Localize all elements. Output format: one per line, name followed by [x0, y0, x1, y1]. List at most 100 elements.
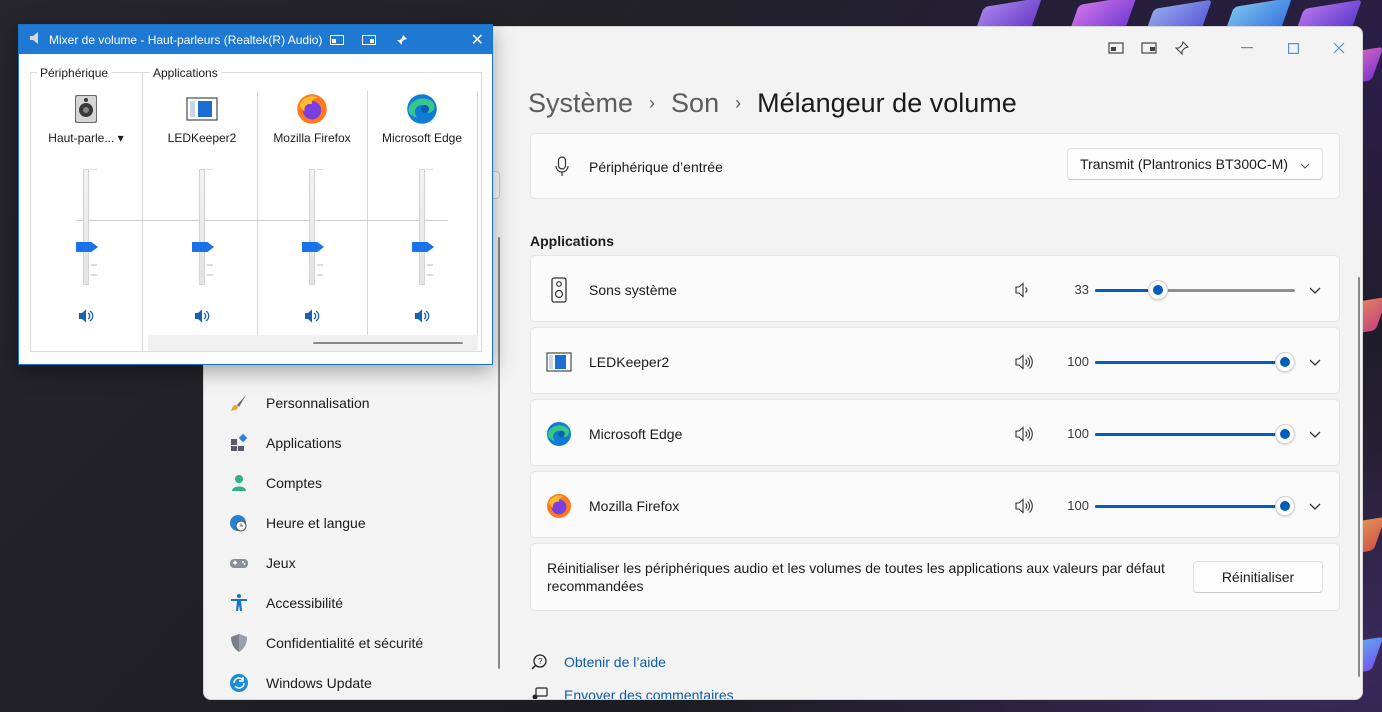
chevron-down-icon[interactable] — [1307, 282, 1323, 298]
scrollbar-thumb[interactable] — [313, 342, 463, 344]
mute-speaker-icon[interactable] — [193, 307, 211, 325]
app-volume-slider[interactable] — [302, 169, 324, 285]
sidebar-item-confidentialite[interactable]: Confidentialité et sécurité — [224, 623, 484, 663]
reset-button[interactable]: Réinitialiser — [1193, 561, 1323, 593]
chevron-down-icon[interactable] — [1307, 426, 1323, 442]
mixer-app-column-edge: Microsoft Edge — [367, 89, 477, 351]
pin-icon[interactable] — [396, 34, 408, 46]
slider-ticks — [207, 169, 213, 276]
chevron-down-icon — [1300, 156, 1310, 172]
apps-icon — [228, 432, 250, 454]
volume-value: 100 — [1067, 354, 1089, 369]
volume-slider[interactable] — [1095, 496, 1295, 516]
close-icon[interactable]: ✕ — [471, 30, 484, 50]
slider-thumb[interactable] — [1275, 496, 1295, 516]
input-device-value: Transmit (Plantronics BT300C-M) — [1080, 156, 1288, 172]
breadcrumb-son[interactable]: Son — [671, 83, 719, 123]
sidebar-item-heure-et-langue[interactable]: Heure et langue — [224, 503, 484, 543]
help-link-label[interactable]: Obtenir de l’aide — [564, 654, 666, 670]
speaker-icon[interactable] — [1013, 352, 1033, 372]
reset-card: Réinitialiser les périphériques audio et… — [530, 543, 1340, 611]
update-icon — [228, 672, 250, 694]
slider-fill — [1095, 361, 1285, 364]
slider-ticks — [317, 169, 323, 276]
app-name: Microsoft Edge — [589, 426, 683, 442]
gamepad-icon — [228, 552, 250, 574]
input-device-dropdown[interactable]: Transmit (Plantronics BT300C-M) — [1067, 148, 1323, 180]
speaker-icon[interactable] — [1013, 280, 1033, 300]
app-row-mozilla-firefox: Mozilla Firefox 100 — [530, 471, 1340, 538]
apps-group-label: Applications — [150, 66, 221, 80]
group-divider — [142, 72, 143, 352]
mute-speaker-icon[interactable] — [77, 307, 95, 325]
speaker-icon[interactable] — [1013, 424, 1033, 444]
slider-thumb[interactable] — [1275, 424, 1295, 444]
app-volume-slider[interactable] — [412, 169, 434, 285]
system-sounds-icon — [546, 277, 572, 303]
page-title: Mélangeur de volume — [757, 88, 1017, 118]
edge-icon — [546, 421, 572, 447]
sidebar-item-jeux[interactable]: Jeux — [224, 543, 484, 583]
speaker-device-icon — [70, 93, 102, 125]
slider-thumb[interactable] — [1147, 280, 1168, 300]
sidebar-item-comptes[interactable]: Comptes — [224, 463, 484, 503]
app-name: Microsoft Edge — [381, 131, 463, 145]
sidebar-item-label: Comptes — [266, 475, 323, 491]
help-link[interactable]: ? Obtenir de l’aide — [530, 645, 734, 678]
mixer-horizontal-scrollbar[interactable] — [148, 335, 478, 351]
content-scrollbar[interactable] — [1358, 277, 1360, 677]
slider-thumb[interactable] — [1275, 352, 1295, 372]
mixer-title-bar: Mixer de volume - Haut-parleurs (Realtek… — [19, 25, 492, 54]
volume-slider[interactable] — [1095, 352, 1295, 372]
close-icon[interactable] — [1316, 33, 1362, 63]
device-column: Haut-parle... ▾ — [31, 89, 141, 351]
mute-speaker-icon[interactable] — [303, 307, 321, 325]
app-row-sons-systeme: Sons système 33 — [530, 255, 1340, 322]
volume-value: 33 — [1074, 282, 1089, 297]
dropdown-arrow-icon: ▾ — [117, 131, 124, 145]
app-row-ledkeeper2: LEDKeeper2 100 — [530, 327, 1340, 394]
search-input-edge[interactable] — [492, 171, 500, 199]
sidebar-item-personnalisation[interactable]: Personnalisation — [224, 383, 484, 423]
picture-in-picture-icon[interactable] — [1132, 33, 1165, 63]
device-dropdown[interactable]: Haut-parle... ▾ — [31, 131, 141, 145]
person-icon — [228, 472, 250, 494]
sidebar-nav: Personnalisation Applications Comptes He… — [224, 383, 484, 699]
maximize-icon[interactable] — [1270, 33, 1316, 63]
slider-fill — [1095, 433, 1285, 436]
sidebar-item-accessibilite[interactable]: Accessibilité — [224, 583, 484, 623]
picture-in-picture-icon[interactable] — [362, 34, 377, 45]
slider-ticks — [91, 169, 97, 276]
breadcrumb-systeme[interactable]: Système — [528, 83, 633, 123]
sidebar-item-label: Applications — [266, 435, 342, 451]
pin-icon[interactable] — [1165, 33, 1198, 63]
volume-mixer-window: Mixer de volume - Haut-parleurs (Realtek… — [18, 24, 493, 365]
feedback-link[interactable]: Envoyer des commentaires — [530, 678, 734, 700]
firefox-icon — [296, 93, 328, 125]
compact-overlay-icon[interactable] — [330, 34, 345, 45]
ledkeeper-icon — [186, 93, 218, 125]
speaker-icon[interactable] — [1013, 496, 1033, 516]
input-device-card: Périphérique d’entrée Transmit (Plantron… — [530, 133, 1340, 199]
mixer-body: Périphérique Applications Haut-parle... … — [30, 66, 482, 352]
app-name: Sons système — [589, 282, 677, 298]
volume-slider[interactable] — [1095, 424, 1295, 444]
sidebar-item-applications[interactable]: Applications — [224, 423, 484, 463]
sidebar-item-label: Heure et langue — [266, 515, 366, 531]
chevron-down-icon[interactable] — [1307, 498, 1323, 514]
mute-speaker-icon[interactable] — [413, 307, 431, 325]
app-volume-slider[interactable] — [192, 169, 214, 285]
device-volume-slider[interactable] — [76, 169, 98, 285]
sidebar-item-label: Personnalisation — [266, 395, 370, 411]
globe-clock-icon — [228, 512, 250, 534]
accessibility-icon — [228, 592, 250, 614]
app-name: LEDKeeper2 — [167, 131, 237, 145]
slider-fill — [1095, 505, 1285, 508]
volume-slider[interactable] — [1095, 280, 1295, 300]
chevron-down-icon[interactable] — [1307, 354, 1323, 370]
minimize-icon[interactable] — [1224, 33, 1270, 63]
feedback-link-label[interactable]: Envoyer des commentaires — [564, 687, 734, 700]
nav-scrollbar[interactable] — [498, 237, 500, 669]
sidebar-item-windows-update[interactable]: Windows Update — [224, 663, 484, 699]
compact-overlay-icon[interactable] — [1099, 33, 1132, 63]
